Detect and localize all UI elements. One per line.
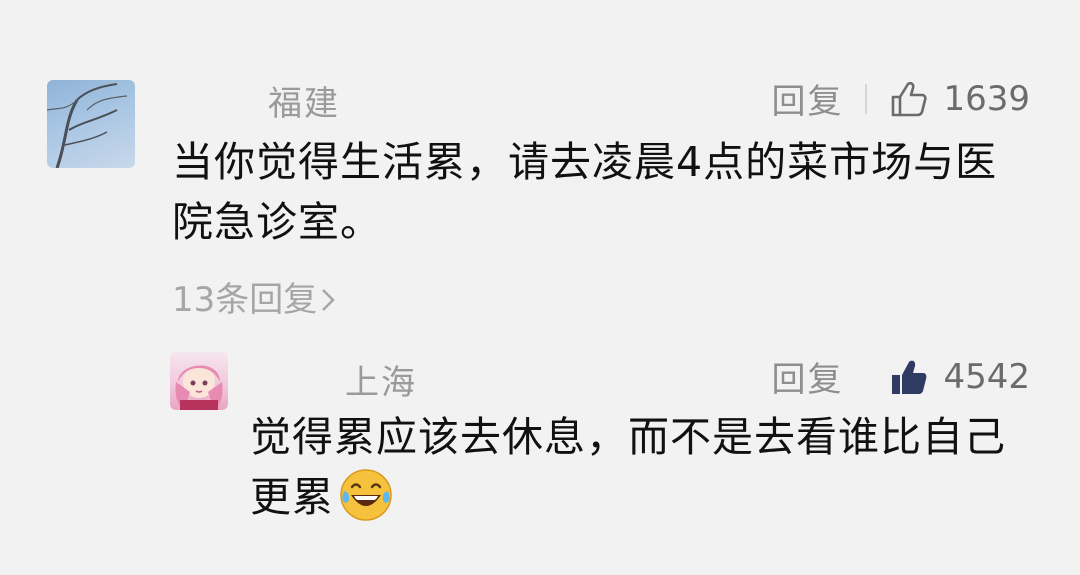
chevron-right-icon (322, 289, 336, 311)
view-replies-link[interactable]: 13条回复 (172, 272, 337, 321)
thumbs-up-filled-icon (892, 360, 927, 394)
reply-text: 觉得累应该去休息，而不是去看谁比自己更累 (250, 407, 1040, 527)
thumbs-up-outline-icon (892, 81, 928, 116)
comment-card: 福建 回复 1639 当你觉得生活累，请去凌晨4点的菜市场与医院急诊室。 13条… (0, 0, 1080, 330)
like-button[interactable]: 4542 (889, 357, 1030, 397)
like-button[interactable]: 1639 (889, 79, 1030, 119)
replier-avatar[interactable] (170, 352, 228, 410)
reply-button[interactable]: 回复 (771, 74, 843, 123)
commenter-avatar[interactable] (47, 80, 135, 168)
commenter-username[interactable]: 福建 (268, 76, 340, 125)
winter-tree-avatar-icon (47, 83, 128, 168)
reply-actions: 回复 4542 (771, 352, 1030, 401)
replier-username[interactable]: 上海 (345, 355, 417, 404)
divider (865, 83, 868, 114)
divider (865, 362, 867, 392)
reply-count-text: 13条回复 (172, 280, 318, 320)
anime-girl-avatar-icon (175, 365, 223, 410)
comment-actions: 回复 1639 (771, 74, 1030, 123)
reply-button[interactable]: 回复 (771, 352, 843, 401)
comment-text: 当你觉得生活累，请去凌晨4点的菜市场与医院急诊室。 (172, 138, 998, 246)
like-count: 1639 (943, 78, 1030, 119)
laughing-tears-emoji-icon (340, 469, 392, 521)
like-count: 4542 (943, 356, 1030, 397)
